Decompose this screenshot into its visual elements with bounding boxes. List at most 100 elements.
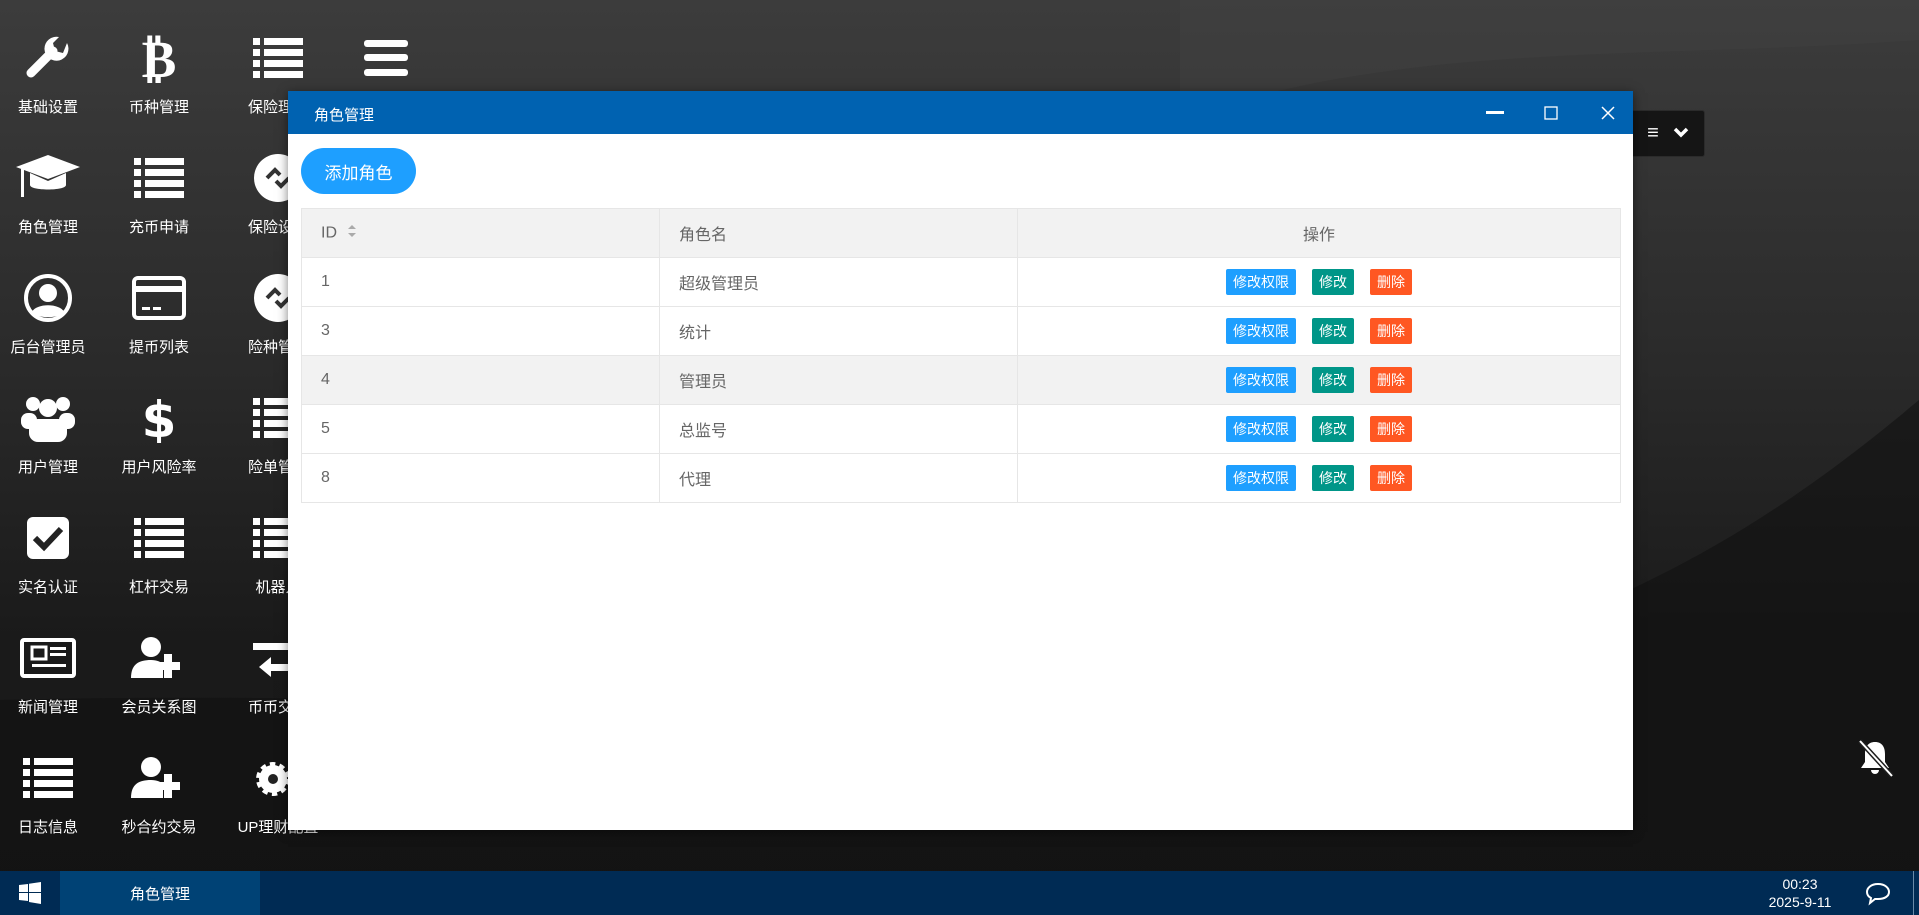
menu-icon[interactable]: ≡ bbox=[1647, 122, 1659, 145]
edit-permissions-button[interactable]: 修改权限 bbox=[1226, 416, 1296, 442]
minimize-button[interactable] bbox=[1470, 91, 1520, 134]
bars-icon bbox=[331, 28, 441, 88]
bitcoin-icon: ₿ bbox=[104, 28, 214, 88]
cell-id: 8 bbox=[302, 454, 660, 503]
window-titlebar[interactable]: 角色管理 bbox=[288, 91, 1633, 134]
edit-button[interactable]: 修改 bbox=[1312, 416, 1354, 442]
column-label: ID bbox=[321, 224, 337, 241]
desktop-icon[interactable]: 提币列表 bbox=[104, 268, 214, 357]
show-desktop-button[interactable] bbox=[1913, 871, 1919, 915]
cell-role-name: 代理 bbox=[660, 454, 1018, 503]
table-row: 8代理修改权限修改删除 bbox=[302, 454, 1621, 503]
edit-button[interactable]: 修改 bbox=[1312, 318, 1354, 344]
desktop-icon-label: 新闻管理 bbox=[0, 696, 103, 717]
clock-date: 2025-9-11 bbox=[1760, 893, 1840, 911]
delete-button[interactable]: 删除 bbox=[1370, 269, 1412, 295]
list-icon bbox=[104, 508, 214, 568]
table-row: 3统计修改权限修改删除 bbox=[302, 307, 1621, 356]
cell-id: 1 bbox=[302, 258, 660, 307]
edit-permissions-button[interactable]: 修改权限 bbox=[1226, 367, 1296, 393]
cell-actions: 修改权限修改删除 bbox=[1018, 405, 1621, 454]
edit-button[interactable]: 修改 bbox=[1312, 269, 1354, 295]
taskbar: 角色管理 00:23 2025-9-11 bbox=[0, 871, 1919, 915]
close-button[interactable] bbox=[1583, 91, 1633, 134]
edit-button[interactable]: 修改 bbox=[1312, 465, 1354, 491]
desktop-icon-label: 基础设置 bbox=[0, 96, 103, 117]
credit-card-icon bbox=[104, 268, 214, 328]
top-right-menu-widget[interactable]: ≡ bbox=[1632, 110, 1705, 157]
clock[interactable]: 00:23 2025-9-11 bbox=[1760, 875, 1840, 911]
edit-permissions-button[interactable]: 修改权限 bbox=[1226, 465, 1296, 491]
user-plus-icon bbox=[104, 628, 214, 688]
desktop-icon[interactable]: 实名认证 bbox=[0, 508, 103, 597]
list-icon bbox=[104, 148, 214, 208]
desktop-icon[interactable]: 角色管理 bbox=[0, 148, 103, 237]
window-title: 角色管理 bbox=[314, 104, 374, 125]
maximize-button[interactable] bbox=[1526, 91, 1576, 134]
chat-icon[interactable] bbox=[1865, 882, 1891, 911]
table-row: 4管理员 修改权限修改删除 bbox=[302, 356, 1621, 405]
users-icon bbox=[0, 388, 103, 448]
delete-button[interactable]: 删除 bbox=[1370, 318, 1412, 344]
desktop-icon-label: 币种管理 bbox=[104, 96, 214, 117]
user-plus-icon bbox=[104, 748, 214, 808]
cell-actions: 修改权限修改删除 bbox=[1018, 258, 1621, 307]
table-row: 1超级管理员修改权限修改删除 bbox=[302, 258, 1621, 307]
desktop-icon-label: 秒合约交易 bbox=[104, 816, 214, 837]
cell-role-name: 统计 bbox=[660, 307, 1018, 356]
taskbar-item-label: 角色管理 bbox=[130, 883, 190, 904]
taskbar-item-role-management[interactable]: 角色管理 bbox=[60, 871, 260, 915]
cell-role-name: 管理员 bbox=[660, 356, 1018, 405]
desktop-icon[interactable]: 杠杆交易 bbox=[104, 508, 214, 597]
list-icon bbox=[223, 28, 333, 88]
desktop-icon[interactable]: 日志信息 bbox=[0, 748, 103, 837]
desktop-icon-label: 提币列表 bbox=[104, 336, 214, 357]
desktop-icon[interactable]: 新闻管理 bbox=[0, 628, 103, 717]
edit-permissions-button[interactable]: 修改权限 bbox=[1226, 269, 1296, 295]
newspaper-icon bbox=[0, 628, 103, 688]
add-role-button[interactable]: 添加角色 bbox=[301, 148, 416, 194]
graduation-cap-icon bbox=[0, 148, 103, 208]
desktop-icon[interactable]: 秒合约交易 bbox=[104, 748, 214, 837]
desktop-icon[interactable]: 基础设置 bbox=[0, 28, 103, 117]
delete-button[interactable]: 删除 bbox=[1370, 367, 1412, 393]
table-row: 5总监号修改权限修改删除 bbox=[302, 405, 1621, 454]
cell-role-name: 超级管理员 bbox=[660, 258, 1018, 307]
desktop-icon-label: 用户风险率 bbox=[104, 456, 214, 477]
desktop-icon-label: 后台管理员 bbox=[0, 336, 103, 357]
dollar-icon: $ bbox=[104, 388, 214, 448]
desktop-icon[interactable]: $ 用户风险率 bbox=[104, 388, 214, 477]
desktop-icon-label: 杠杆交易 bbox=[104, 576, 214, 597]
desktop-icon-label: 会员关系图 bbox=[104, 696, 214, 717]
user-circle-icon bbox=[0, 268, 103, 328]
desktop-icon-label: 角色管理 bbox=[0, 216, 103, 237]
delete-button[interactable]: 删除 bbox=[1370, 416, 1412, 442]
edit-button[interactable]: 修改 bbox=[1312, 367, 1354, 393]
desktop-icon-label: 日志信息 bbox=[0, 816, 103, 837]
cell-actions: 修改权限修改删除 bbox=[1018, 454, 1621, 503]
start-button[interactable] bbox=[0, 871, 60, 915]
desktop-icon[interactable]: 会员关系图 bbox=[104, 628, 214, 717]
cell-actions: 修改权限修改删除 bbox=[1018, 307, 1621, 356]
bell-muted-icon[interactable] bbox=[1855, 738, 1895, 783]
desktop-icon[interactable]: 充币申请 bbox=[104, 148, 214, 237]
desktop-icon-label: 充币申请 bbox=[104, 216, 214, 237]
desktop-icon[interactable]: 用户管理 bbox=[0, 388, 103, 477]
cell-role-name: 总监号 bbox=[660, 405, 1018, 454]
svg-text:₿: ₿ bbox=[142, 33, 177, 83]
svg-text:$: $ bbox=[142, 393, 176, 443]
column-header-id[interactable]: ID bbox=[302, 209, 660, 258]
desktop-icon[interactable]: ₿ 币种管理 bbox=[104, 28, 214, 117]
cell-id: 4 bbox=[302, 356, 660, 405]
clock-time: 00:23 bbox=[1760, 875, 1840, 893]
delete-button[interactable]: 删除 bbox=[1370, 465, 1412, 491]
desktop-icon[interactable]: 后台管理员 bbox=[0, 268, 103, 357]
desktop-icon-label: 用户管理 bbox=[0, 456, 103, 477]
cell-id: 5 bbox=[302, 405, 660, 454]
edit-permissions-button[interactable]: 修改权限 bbox=[1226, 318, 1296, 344]
sort-icon[interactable] bbox=[347, 224, 357, 243]
chevron-down-icon[interactable] bbox=[1673, 125, 1689, 143]
check-square-icon bbox=[0, 508, 103, 568]
windows-logo-icon bbox=[19, 882, 41, 904]
column-header-actions: 操作 bbox=[1018, 209, 1621, 258]
